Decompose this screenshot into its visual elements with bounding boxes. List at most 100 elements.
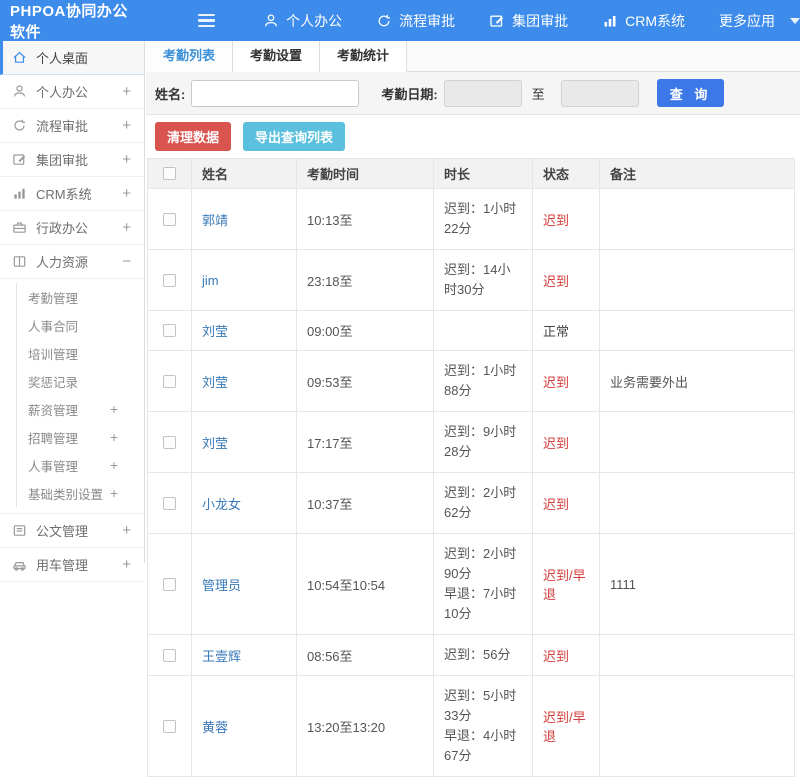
doc-icon	[12, 523, 27, 538]
row-checkbox[interactable]	[163, 577, 176, 591]
attendance-time: 10:37至	[296, 472, 434, 534]
edit-icon	[12, 152, 27, 167]
filter-bar: 姓名: 考勤日期: 至 查 询	[146, 72, 800, 115]
remark-cell	[599, 634, 795, 676]
sidebar-item-vehicle-management[interactable]: 用车管理 +	[0, 548, 144, 582]
sidebar-item-document-management[interactable]: 公文管理 +	[0, 514, 144, 548]
col-header-duration: 时长	[433, 158, 533, 189]
row-checkbox[interactable]	[163, 273, 176, 287]
sidebar-item-label: 流程审批	[36, 119, 89, 134]
cycle-icon	[12, 118, 27, 133]
row-checkbox[interactable]	[163, 719, 176, 733]
nav-crm-system[interactable]: CRM系统	[602, 11, 685, 31]
row-checkbox[interactable]	[163, 374, 176, 388]
tab-attendance-statistics[interactable]: 考勤统计	[320, 41, 407, 72]
remark-cell	[599, 675, 795, 777]
expand-icon[interactable]: +	[110, 429, 118, 445]
nav-label: 个人办公	[286, 12, 343, 29]
expand-icon[interactable]: +	[110, 401, 118, 417]
sidebar-subitem-personnel-management[interactable]: 人事管理 +	[17, 451, 144, 479]
employee-name-link[interactable]: 刘莹	[202, 324, 228, 339]
remark-cell	[599, 188, 795, 250]
duration-cell: 迟到：2小时62分	[433, 472, 533, 534]
select-all-checkbox[interactable]	[163, 167, 176, 180]
sidebar-item-human-resources[interactable]: 人力资源 −	[0, 245, 144, 279]
sidebar-subitem-training-management[interactable]: 培训管理	[17, 339, 144, 367]
sidebar-item-group-approval[interactable]: 集团审批 +	[0, 143, 144, 177]
clean-data-button[interactable]: 清理数据	[155, 122, 232, 151]
duration-cell: 迟到：2小时90分 早退：7小时10分	[433, 533, 533, 635]
remark-cell	[599, 310, 795, 351]
expand-icon[interactable]: +	[122, 185, 131, 202]
action-bar: 清理数据 导出查询列表	[146, 115, 800, 158]
expand-icon[interactable]: +	[110, 485, 118, 501]
sidebar-item-admin-office[interactable]: 行政办公 +	[0, 211, 144, 245]
hamburger-menu-icon[interactable]	[198, 13, 216, 28]
expand-icon[interactable]: +	[122, 151, 131, 168]
sidebar-item-personal-office[interactable]: 个人办公 +	[0, 75, 144, 109]
tab-attendance-list[interactable]: 考勤列表	[146, 41, 233, 72]
row-checkbox[interactable]	[163, 212, 176, 226]
employee-name-link[interactable]: 刘莹	[202, 436, 228, 451]
row-checkbox[interactable]	[163, 435, 176, 449]
sidebar-item-workflow-approval[interactable]: 流程审批 +	[0, 109, 144, 143]
nav-group-approval[interactable]: 集团审批	[489, 11, 568, 31]
duration-cell: 迟到：14小时30分	[433, 249, 533, 311]
expand-icon[interactable]: +	[122, 83, 131, 100]
expand-icon[interactable]: +	[122, 117, 131, 134]
export-list-button[interactable]: 导出查询列表	[243, 122, 346, 151]
sidebar-subitem-hr-contract[interactable]: 人事合同	[17, 311, 144, 339]
cycle-icon	[376, 13, 392, 29]
col-header-status: 状态	[532, 158, 600, 189]
employee-name-link[interactable]: jim	[202, 273, 219, 288]
name-input[interactable]	[191, 79, 360, 107]
table-row: 小龙女 10:37至 迟到：2小时62分 迟到	[147, 472, 795, 534]
row-checkbox[interactable]	[163, 496, 176, 510]
subitem-label: 考勤管理	[28, 291, 79, 306]
employee-name-link[interactable]: 王壹辉	[202, 649, 241, 664]
employee-name-link[interactable]: 刘莹	[202, 375, 228, 390]
sidebar-subitem-reward-punishment[interactable]: 奖惩记录	[17, 367, 144, 395]
nav-label: 流程审批	[399, 12, 456, 29]
date-from-input[interactable]	[443, 79, 522, 107]
sidebar-item-label: 集团审批	[36, 153, 89, 168]
col-header-name: 姓名	[191, 158, 297, 189]
employee-name-link[interactable]: 黄蓉	[202, 720, 228, 735]
top-header: PHPOA协同办公软件 个人办公 流程审批 集团审批 CRM系统 更多应用	[0, 0, 800, 41]
nav-workflow-approval[interactable]: 流程审批	[376, 11, 455, 31]
nav-personal-office[interactable]: 个人办公	[263, 11, 342, 31]
sidebar-subitem-recruitment-management[interactable]: 招聘管理 +	[17, 423, 144, 451]
row-checkbox[interactable]	[163, 648, 176, 662]
chart-icon	[602, 13, 618, 29]
attendance-table: 姓名 考勤时间 时长 状态 备注 郭靖 10:13至 迟到：1小时22分 迟到	[147, 158, 795, 777]
sidebar-subitem-attendance-management[interactable]: 考勤管理	[17, 283, 144, 311]
sidebar-item-crm-system[interactable]: CRM系统 +	[0, 177, 144, 211]
expand-icon[interactable]: +	[122, 219, 131, 236]
collapse-icon[interactable]: −	[122, 253, 131, 270]
status-badge: 迟到	[543, 374, 570, 390]
query-button[interactable]: 查 询	[656, 79, 725, 107]
subitem-label: 招聘管理	[28, 431, 79, 446]
status-badge: 迟到/早退	[543, 568, 586, 602]
sidebar-subitem-salary-management[interactable]: 薪资管理 +	[17, 395, 144, 423]
subitem-label: 培训管理	[28, 347, 79, 362]
tab-attendance-settings[interactable]: 考勤设置	[233, 41, 320, 72]
sidebar: 个人桌面 个人办公 + 流程审批 + 集团审批 + CRM系统 + 行政办公 +…	[0, 41, 145, 582]
expand-icon[interactable]: +	[122, 556, 131, 573]
expand-icon[interactable]: +	[110, 457, 118, 473]
sidebar-subitem-base-category-settings[interactable]: 基础类别设置 +	[17, 479, 144, 507]
attendance-time: 17:17至	[296, 411, 434, 473]
table-row: 管理员 10:54至10:54 迟到：2小时90分 早退：7小时10分 迟到/早退…	[147, 533, 795, 635]
table-row: 郭靖 10:13至 迟到：1小时22分 迟到	[147, 188, 795, 250]
employee-name-link[interactable]: 管理员	[202, 578, 241, 593]
nav-label: 集团审批	[512, 12, 569, 29]
employee-name-link[interactable]: 小龙女	[202, 497, 241, 512]
employee-name-link[interactable]: 郭靖	[202, 213, 228, 228]
nav-more-apps[interactable]: 更多应用	[719, 11, 800, 31]
row-checkbox[interactable]	[163, 324, 176, 337]
book-icon	[12, 254, 27, 269]
date-to-input[interactable]	[560, 79, 639, 107]
subitem-label: 薪资管理	[28, 403, 79, 418]
sidebar-item-personal-desktop[interactable]: 个人桌面	[0, 41, 144, 75]
expand-icon[interactable]: +	[122, 522, 131, 539]
